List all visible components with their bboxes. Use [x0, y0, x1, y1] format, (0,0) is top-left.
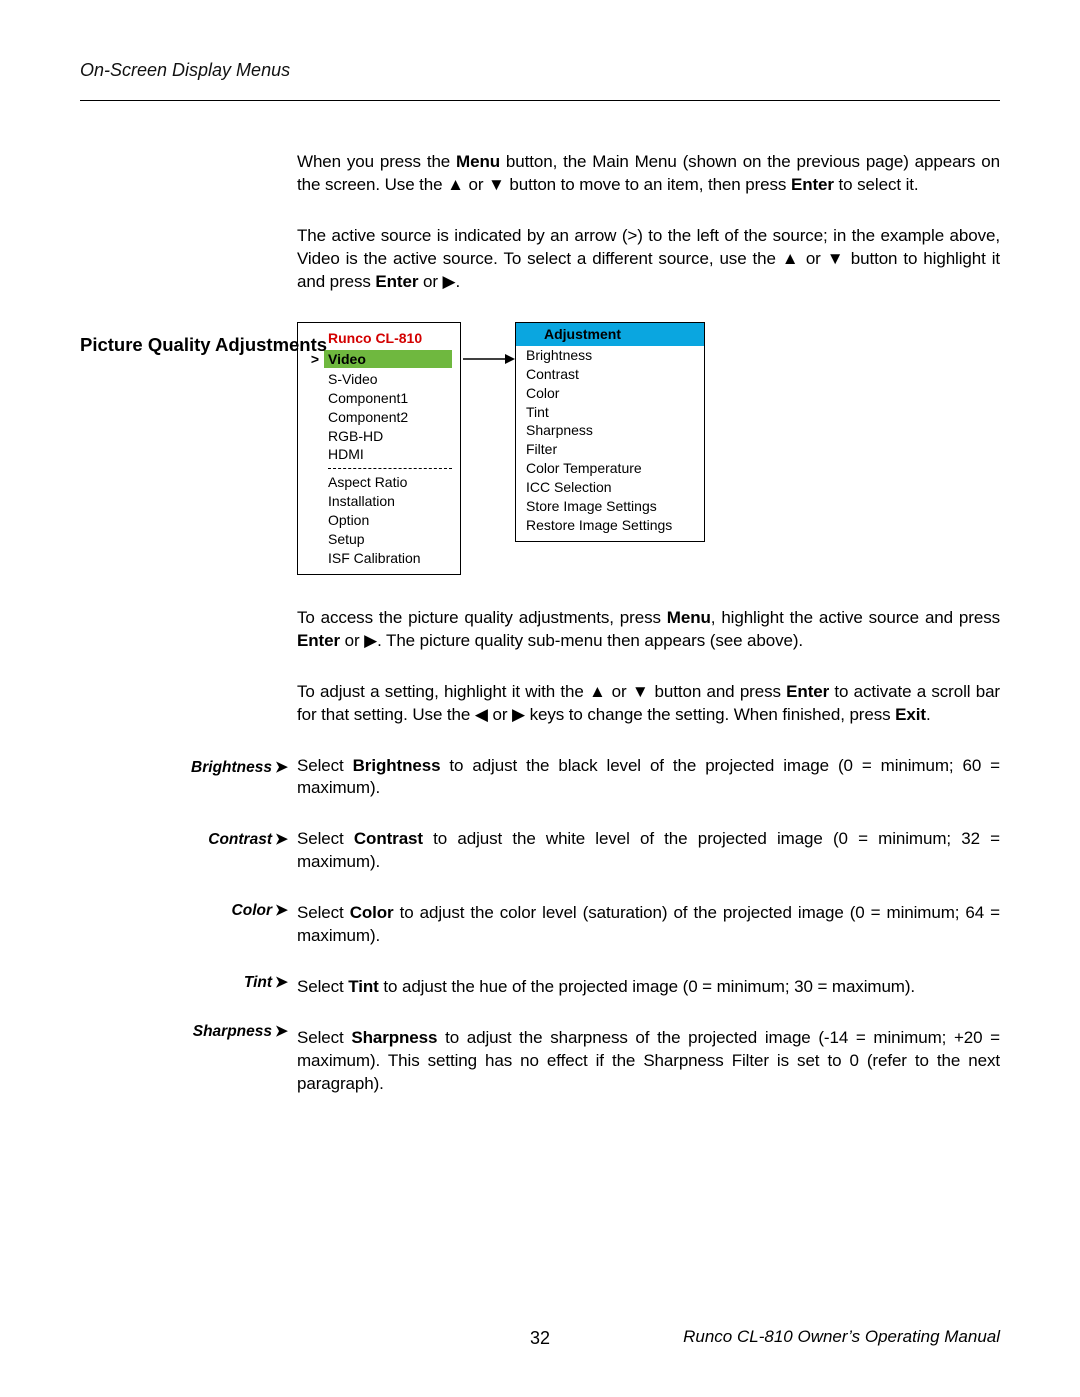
text-bold: Enter — [791, 175, 834, 194]
page-number: 32 — [530, 1326, 550, 1350]
active-source-label: Video — [324, 350, 452, 368]
adjustment-item: Contrast — [516, 365, 704, 384]
intro-paragraph-1: When you press the Menu button, the Main… — [297, 151, 1000, 197]
text: When you press the — [297, 152, 456, 171]
margin-label-brightness: Brightness➤ — [191, 758, 288, 779]
adjustment-menu-box: Adjustment BrightnessContrastColorTintSh… — [515, 322, 705, 542]
text-bold: Enter — [786, 682, 829, 701]
menu-title: Runco CL-810 — [306, 329, 452, 348]
adjustment-item: Color Temperature — [516, 459, 704, 478]
text-bold: Brightness — [353, 756, 441, 775]
adjustment-item: Brightness — [516, 346, 704, 365]
text-bold: Tint — [348, 977, 378, 996]
text-bold: Menu — [667, 608, 711, 627]
text-bold: Contrast — [354, 829, 423, 848]
text: to adjust the color level (saturation) o… — [297, 903, 1000, 945]
adjustment-item: Restore Image Settings — [516, 516, 704, 535]
tint-paragraph: Select Tint to adjust the hue of the pro… — [297, 976, 1000, 999]
manual-title: Runco CL-810 Owner’s Operating Manual — [683, 1326, 1000, 1349]
menu-item: RGB-HD — [306, 427, 452, 446]
text: Select — [297, 903, 350, 922]
menu-diagram: Runco CL-810 > Video S-VideoComponent1Co… — [297, 322, 1000, 575]
header-rule — [80, 100, 1000, 101]
text: Select — [297, 977, 348, 996]
menu-item: Setup — [306, 530, 452, 549]
text: Select — [297, 829, 354, 848]
main-menu-box: Runco CL-810 > Video S-VideoComponent1Co… — [297, 322, 461, 575]
text: To access the picture quality adjustment… — [297, 608, 667, 627]
text: to select it. — [834, 175, 919, 194]
intro-paragraph-2: The active source is indicated by an arr… — [297, 225, 1000, 294]
adjustment-item: Store Image Settings — [516, 497, 704, 516]
arrow-connector — [461, 350, 515, 380]
text-bold: Color — [350, 903, 394, 922]
adjustment-item: Sharpness — [516, 421, 704, 440]
text: or ▶. — [418, 272, 460, 291]
text: or ▶. The picture quality sub-menu then … — [340, 631, 803, 650]
menu-item: Installation — [306, 492, 452, 511]
access-paragraph: To access the picture quality adjustment… — [297, 607, 1000, 653]
brightness-paragraph: Select Brightness to adjust the black le… — [297, 755, 1000, 801]
text: . — [926, 705, 931, 724]
text-bold: Enter — [375, 272, 418, 291]
section-heading: Picture Quality Adjustments — [80, 333, 327, 357]
menu-item: Option — [306, 511, 452, 530]
text-bold: Enter — [297, 631, 340, 650]
adjustment-item: Tint — [516, 403, 704, 422]
menu-item: Component2 — [306, 408, 452, 427]
menu-divider — [328, 468, 452, 469]
menu-item: ISF Calibration — [306, 549, 452, 568]
adjustment-item: Filter — [516, 440, 704, 459]
margin-label-sharpness: Sharpness➤ — [193, 1022, 288, 1043]
menu-item: HDMI — [306, 445, 452, 464]
active-source-row: > Video — [306, 350, 452, 368]
text-bold: Sharpness — [351, 1028, 437, 1047]
text-bold: Menu — [456, 152, 500, 171]
margin-label-tint: Tint➤ — [244, 973, 288, 994]
adjustment-item: ICC Selection — [516, 478, 704, 497]
menu-item: S-Video — [306, 370, 452, 389]
margin-label-color: Color➤ — [232, 901, 288, 922]
text: To adjust a setting, highlight it with t… — [297, 682, 786, 701]
arrow-right-icon — [461, 350, 515, 368]
text: Select — [297, 756, 353, 775]
adjustment-item: Color — [516, 384, 704, 403]
sharpness-paragraph: Select Sharpness to adjust the sharpness… — [297, 1027, 1000, 1096]
running-header: On-Screen Display Menus — [80, 58, 1000, 82]
page-footer: 32 Runco CL-810 Owner’s Operating Manual — [80, 1326, 1000, 1349]
text: to adjust the hue of the projected image… — [379, 977, 915, 996]
text: Select — [297, 1028, 351, 1047]
color-paragraph: Select Color to adjust the color level (… — [297, 902, 1000, 948]
text: , highlight the active source and press — [711, 608, 1000, 627]
menu-item: Aspect Ratio — [306, 473, 452, 492]
menu-item: Component1 — [306, 389, 452, 408]
adjustment-header: Adjustment — [516, 323, 704, 346]
adjust-paragraph: To adjust a setting, highlight it with t… — [297, 681, 1000, 727]
margin-label-contrast: Contrast➤ — [208, 830, 288, 851]
contrast-paragraph: Select Contrast to adjust the white leve… — [297, 828, 1000, 874]
text-bold: Exit — [895, 705, 926, 724]
